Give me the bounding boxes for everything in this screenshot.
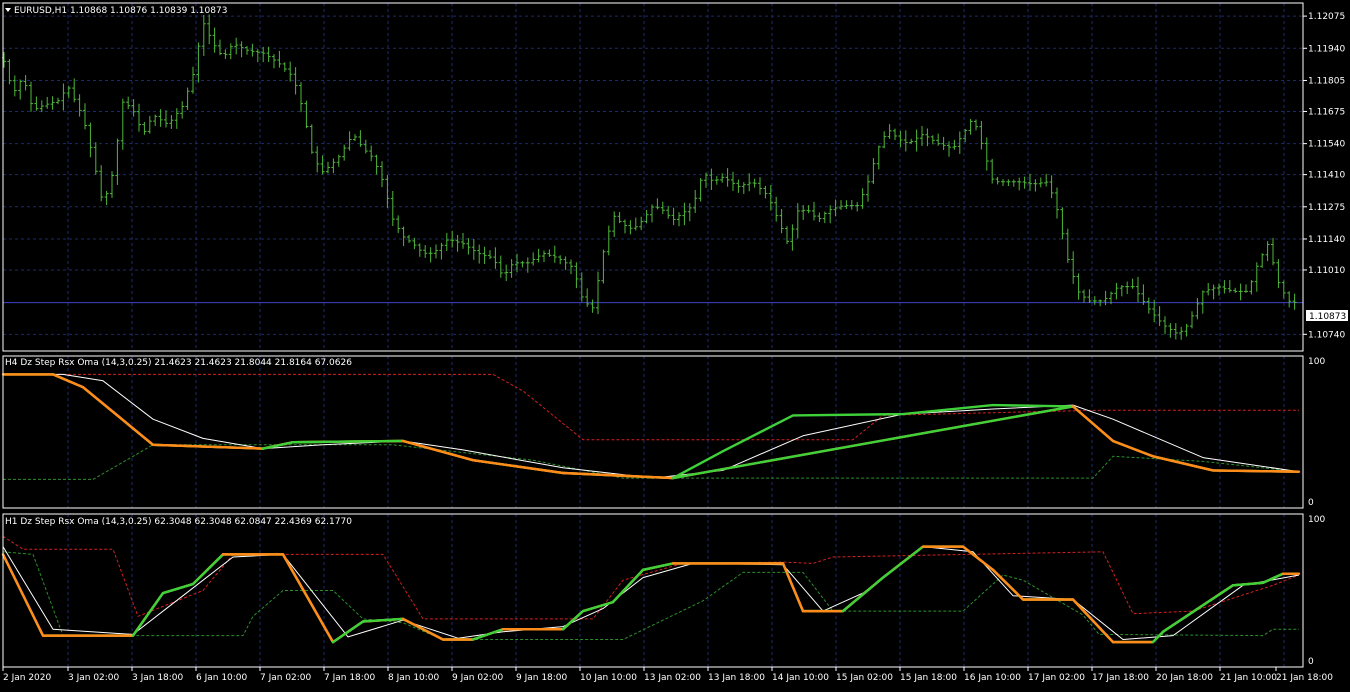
time-axis-label: 9 Jan 18:00 [516,673,568,683]
time-axis-label: 15 Jan 18:00 [900,673,957,683]
price-axis-label: 1.11675 [1308,107,1345,117]
time-axis-label: 3 Jan 18:00 [132,673,184,683]
time-axis-label: 21 Jan 18:00 [1276,673,1333,683]
time-axis-label: 10 Jan 10:00 [580,673,637,683]
time-axis-label: 7 Jan 02:00 [260,673,312,683]
time-axis-label: 17 Jan 18:00 [1092,673,1149,683]
symbol-title: EURUSD,H1 1.10868 1.10876 1.10839 1.1087… [14,6,227,16]
price-axis-label: 1.11140 [1308,235,1345,245]
time-axis-label: 16 Jan 10:00 [964,673,1021,683]
time-axis-label: 20 Jan 18:00 [1156,673,1213,683]
h1-scale-bottom: 0 [1308,657,1314,667]
price-axis-label: 1.11275 [1308,203,1345,213]
price-axis-label: 1.11010 [1308,266,1345,276]
time-axis-label: 2 Jan 2020 [3,673,51,683]
mt4-chart-window[interactable]: 1.12075 1.11940 1.11805 1.11675 1.11540 1.114… [0,0,1350,688]
time-axis-label: 3 Jan 02:00 [68,673,120,683]
indicator-segment [1211,469,1301,473]
time-axis-label: 13 Jan 02:00 [644,673,701,683]
h1-scale-top: 100 [1308,515,1325,525]
h1-indicator-title: H1 Dz Step Rsx Oma (14,3,0.25) 62.3048 6… [5,517,352,527]
chart-canvas[interactable]: 1.12075 1.11940 1.11805 1.11675 1.11540 1.114… [0,0,1350,688]
price-axis-label: 1.11540 [1308,140,1345,150]
h4-scale-bottom: 0 [1308,498,1314,508]
time-axis-label: 14 Jan 10:00 [772,673,829,683]
h4-scale-top: 100 [1308,357,1325,367]
current-price-label: 1.10873 [1309,312,1346,322]
time-axis-label: 7 Jan 18:00 [324,673,376,683]
time-axis-label: 9 Jan 02:00 [452,673,504,683]
time-axis-label: 21 Jan 10:00 [1220,673,1277,683]
price-axis-label: 1.10740 [1308,330,1345,340]
price-axis-label: 1.11940 [1308,44,1345,54]
time-axis-label: 13 Jan 18:00 [708,673,765,683]
time-axis-label: 15 Jan 02:00 [836,673,893,683]
price-axis-label: 1.12075 [1308,12,1345,22]
time-axis-label: 8 Jan 10:00 [388,673,440,683]
h4-indicator-title: H4 Dz Step Rsx Oma (14,3,0.25) 21.4623 2… [5,358,352,368]
time-axis-label: 17 Jan 02:00 [1028,673,1085,683]
time-axis-label: 6 Jan 10:00 [196,673,248,683]
price-axis-label: 1.11410 [1308,171,1345,181]
indicator-segment [291,439,405,444]
price-axis-label: 1.11805 [1308,76,1345,86]
